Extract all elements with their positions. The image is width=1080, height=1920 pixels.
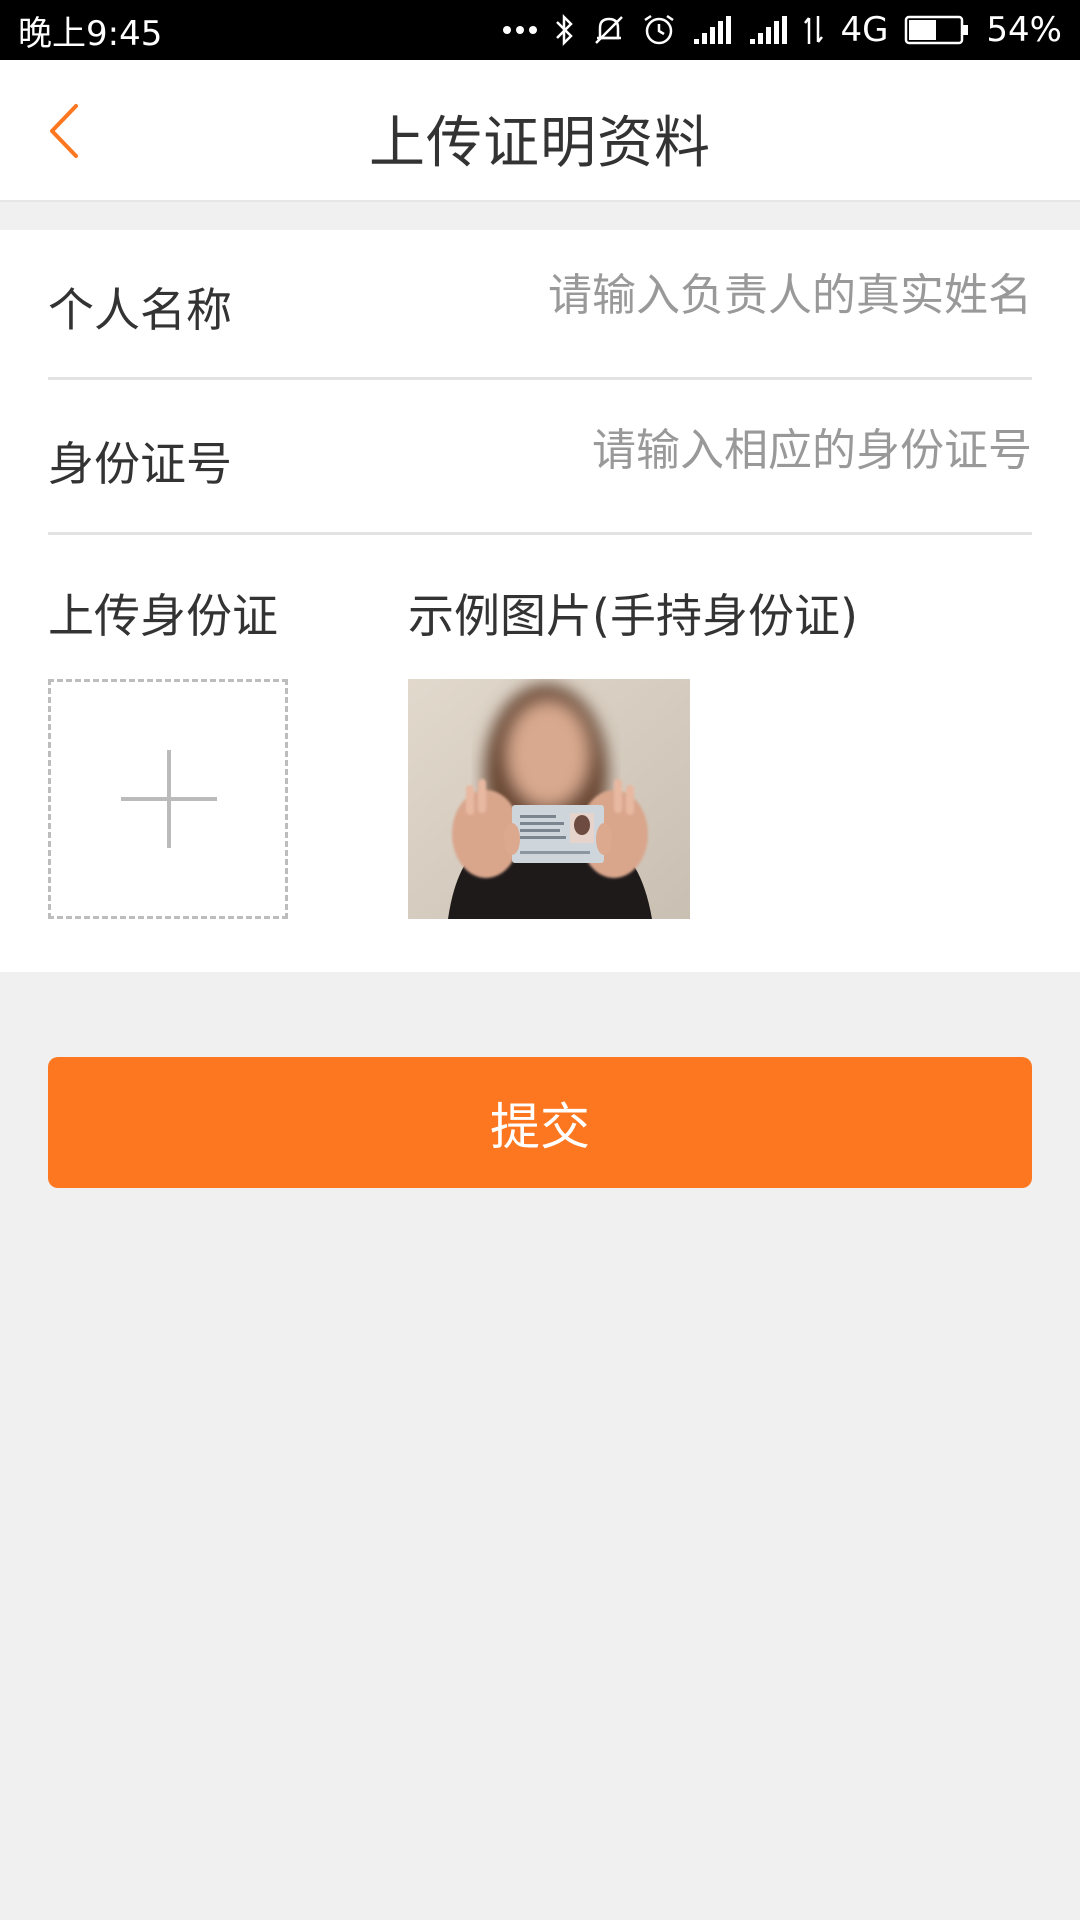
more-dots-icon: [502, 25, 538, 35]
upload-id-button[interactable]: [48, 679, 288, 919]
battery-icon: [904, 15, 970, 45]
status-time: 晚上9:45: [18, 13, 163, 54]
signal-icon: [748, 15, 788, 45]
data-transfer-icon: [804, 14, 824, 46]
battery-percent: 54%: [986, 10, 1062, 50]
page-title: 上传证明资料: [369, 111, 711, 176]
example-photo-holding-id: [408, 679, 690, 919]
submit-button[interactable]: 提交: [48, 1057, 1032, 1188]
signal-icon: [692, 15, 732, 45]
upload-id-label: 上传身份证: [48, 589, 278, 643]
form-card: 个人名称 身份证号 上传身份证 示例图片(手持身份证): [0, 230, 1080, 972]
name-row: 个人名称: [48, 230, 1032, 380]
silent-icon: [592, 13, 626, 47]
name-label: 个人名称: [48, 283, 232, 337]
status-icons: 4G 54%: [502, 10, 1062, 50]
status-bar: 晚上9:45 4G 54%: [0, 0, 1080, 60]
network-type: 4G: [840, 10, 889, 50]
nav-bar: 上传证明资料: [0, 60, 1080, 202]
alarm-icon: [642, 13, 676, 47]
example-image-label: 示例图片(手持身份证): [408, 589, 858, 643]
id-number-label: 身份证号: [48, 437, 232, 491]
bluetooth-icon: [554, 13, 576, 47]
id-number-row: 身份证号: [48, 382, 1032, 535]
id-number-input[interactable]: [472, 415, 1032, 485]
name-input[interactable]: [472, 260, 1032, 330]
